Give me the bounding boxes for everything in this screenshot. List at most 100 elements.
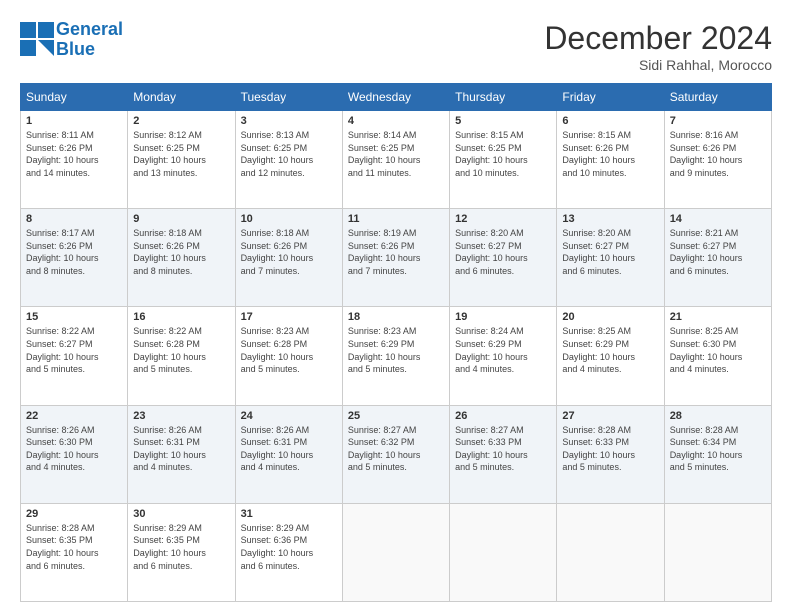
day-number: 17: [241, 311, 337, 323]
day-detail: Sunrise: 8:22 AMSunset: 6:27 PMDaylight:…: [26, 325, 122, 375]
day-detail: Sunrise: 8:29 AMSunset: 6:35 PMDaylight:…: [133, 522, 229, 572]
day-detail: Sunrise: 8:24 AMSunset: 6:29 PMDaylight:…: [455, 325, 551, 375]
day-number: 11: [348, 213, 444, 225]
day-detail: Sunrise: 8:27 AMSunset: 6:32 PMDaylight:…: [348, 424, 444, 474]
calendar-week-1: 1 Sunrise: 8:11 AMSunset: 6:26 PMDaylight…: [21, 111, 772, 209]
table-row: [664, 503, 771, 601]
day-number: 27: [562, 410, 658, 422]
day-number: 9: [133, 213, 229, 225]
day-detail: Sunrise: 8:13 AMSunset: 6:25 PMDaylight:…: [241, 129, 337, 179]
table-row: 10 Sunrise: 8:18 AMSunset: 6:26 PMDayligh…: [235, 209, 342, 307]
day-number: 2: [133, 115, 229, 127]
table-row: 4 Sunrise: 8:14 AMSunset: 6:25 PMDaylight…: [342, 111, 449, 209]
table-row: 27 Sunrise: 8:28 AMSunset: 6:33 PMDayligh…: [557, 405, 664, 503]
location: Sidi Rahhal, Morocco: [544, 57, 772, 73]
table-row: 1 Sunrise: 8:11 AMSunset: 6:26 PMDaylight…: [21, 111, 128, 209]
table-row: 20 Sunrise: 8:25 AMSunset: 6:29 PMDayligh…: [557, 307, 664, 405]
calendar-week-5: 29 Sunrise: 8:28 AMSunset: 6:35 PMDayligh…: [21, 503, 772, 601]
day-number: 7: [670, 115, 766, 127]
day-number: 24: [241, 410, 337, 422]
col-sunday: Sunday: [21, 84, 128, 111]
calendar-header-row: Sunday Monday Tuesday Wednesday Thursday…: [21, 84, 772, 111]
table-row: 16 Sunrise: 8:22 AMSunset: 6:28 PMDayligh…: [128, 307, 235, 405]
table-row: 2 Sunrise: 8:12 AMSunset: 6:25 PMDaylight…: [128, 111, 235, 209]
table-row: 11 Sunrise: 8:19 AMSunset: 6:26 PMDayligh…: [342, 209, 449, 307]
day-number: 22: [26, 410, 122, 422]
table-row: 22 Sunrise: 8:26 AMSunset: 6:30 PMDayligh…: [21, 405, 128, 503]
table-row: 8 Sunrise: 8:17 AMSunset: 6:26 PMDaylight…: [21, 209, 128, 307]
day-detail: Sunrise: 8:11 AMSunset: 6:26 PMDaylight:…: [26, 129, 122, 179]
logo: General Blue: [20, 20, 123, 60]
day-number: 28: [670, 410, 766, 422]
logo-icon: [20, 22, 56, 58]
calendar-week-4: 22 Sunrise: 8:26 AMSunset: 6:30 PMDayligh…: [21, 405, 772, 503]
day-detail: Sunrise: 8:15 AMSunset: 6:26 PMDaylight:…: [562, 129, 658, 179]
day-number: 21: [670, 311, 766, 323]
day-number: 5: [455, 115, 551, 127]
table-row: 15 Sunrise: 8:22 AMSunset: 6:27 PMDayligh…: [21, 307, 128, 405]
day-detail: Sunrise: 8:22 AMSunset: 6:28 PMDaylight:…: [133, 325, 229, 375]
table-row: [342, 503, 449, 601]
day-number: 8: [26, 213, 122, 225]
day-detail: Sunrise: 8:18 AMSunset: 6:26 PMDaylight:…: [241, 227, 337, 277]
day-detail: Sunrise: 8:28 AMSunset: 6:35 PMDaylight:…: [26, 522, 122, 572]
table-row: 26 Sunrise: 8:27 AMSunset: 6:33 PMDayligh…: [450, 405, 557, 503]
table-row: 3Sunrise: 8:13 AMSunset: 6:25 PMDaylight…: [235, 111, 342, 209]
day-number: 4: [348, 115, 444, 127]
table-row: 25 Sunrise: 8:27 AMSunset: 6:32 PMDayligh…: [342, 405, 449, 503]
logo-general: General: [56, 19, 123, 39]
day-number: 13: [562, 213, 658, 225]
day-detail: Sunrise: 8:20 AMSunset: 6:27 PMDaylight:…: [455, 227, 551, 277]
day-detail: Sunrise: 8:28 AMSunset: 6:34 PMDaylight:…: [670, 424, 766, 474]
month-title: December 2024: [544, 20, 772, 57]
table-row: 18Sunrise: 8:23 AMSunset: 6:29 PMDayligh…: [342, 307, 449, 405]
day-detail: Sunrise: 8:14 AMSunset: 6:25 PMDaylight:…: [348, 129, 444, 179]
day-detail: Sunrise: 8:23 AMSunset: 6:28 PMDaylight:…: [241, 325, 337, 375]
day-detail: Sunrise: 8:27 AMSunset: 6:33 PMDaylight:…: [455, 424, 551, 474]
col-saturday: Saturday: [664, 84, 771, 111]
table-row: 6Sunrise: 8:15 AMSunset: 6:26 PMDaylight…: [557, 111, 664, 209]
day-detail: Sunrise: 8:29 AMSunset: 6:36 PMDaylight:…: [241, 522, 337, 572]
calendar-table: Sunday Monday Tuesday Wednesday Thursday…: [20, 83, 772, 602]
calendar-week-2: 8 Sunrise: 8:17 AMSunset: 6:26 PMDaylight…: [21, 209, 772, 307]
day-number: 25: [348, 410, 444, 422]
logo-blue: Blue: [56, 39, 95, 59]
day-detail: Sunrise: 8:28 AMSunset: 6:33 PMDaylight:…: [562, 424, 658, 474]
table-row: 5Sunrise: 8:15 AMSunset: 6:25 PMDaylight…: [450, 111, 557, 209]
day-detail: Sunrise: 8:26 AMSunset: 6:31 PMDaylight:…: [241, 424, 337, 474]
day-detail: Sunrise: 8:19 AMSunset: 6:26 PMDaylight:…: [348, 227, 444, 277]
table-row: 17 Sunrise: 8:23 AMSunset: 6:28 PMDayligh…: [235, 307, 342, 405]
day-number: 26: [455, 410, 551, 422]
day-number: 1: [26, 115, 122, 127]
day-number: 20: [562, 311, 658, 323]
day-number: 16: [133, 311, 229, 323]
day-detail: Sunrise: 8:16 AMSunset: 6:26 PMDaylight:…: [670, 129, 766, 179]
title-area: December 2024 Sidi Rahhal, Morocco: [544, 20, 772, 73]
calendar-page: General Blue December 2024 Sidi Rahhal, …: [0, 0, 792, 612]
day-detail: Sunrise: 8:25 AMSunset: 6:29 PMDaylight:…: [562, 325, 658, 375]
day-number: 10: [241, 213, 337, 225]
day-detail: Sunrise: 8:26 AMSunset: 6:30 PMDaylight:…: [26, 424, 122, 474]
table-row: [557, 503, 664, 601]
day-detail: Sunrise: 8:12 AMSunset: 6:25 PMDaylight:…: [133, 129, 229, 179]
day-detail: Sunrise: 8:17 AMSunset: 6:26 PMDaylight:…: [26, 227, 122, 277]
day-detail: Sunrise: 8:18 AMSunset: 6:26 PMDaylight:…: [133, 227, 229, 277]
table-row: 23Sunrise: 8:26 AMSunset: 6:31 PMDayligh…: [128, 405, 235, 503]
table-row: 9 Sunrise: 8:18 AMSunset: 6:26 PMDaylight…: [128, 209, 235, 307]
day-detail: Sunrise: 8:21 AMSunset: 6:27 PMDaylight:…: [670, 227, 766, 277]
day-number: 31: [241, 508, 337, 520]
col-thursday: Thursday: [450, 84, 557, 111]
calendar-week-3: 15 Sunrise: 8:22 AMSunset: 6:27 PMDayligh…: [21, 307, 772, 405]
table-row: 19Sunrise: 8:24 AMSunset: 6:29 PMDayligh…: [450, 307, 557, 405]
table-row: 7 Sunrise: 8:16 AMSunset: 6:26 PMDaylight…: [664, 111, 771, 209]
col-monday: Monday: [128, 84, 235, 111]
day-number: 30: [133, 508, 229, 520]
table-row: 24 Sunrise: 8:26 AMSunset: 6:31 PMDayligh…: [235, 405, 342, 503]
table-row: 30 Sunrise: 8:29 AMSunset: 6:35 PMDayligh…: [128, 503, 235, 601]
header: General Blue December 2024 Sidi Rahhal, …: [20, 20, 772, 73]
day-detail: Sunrise: 8:25 AMSunset: 6:30 PMDaylight:…: [670, 325, 766, 375]
day-detail: Sunrise: 8:20 AMSunset: 6:27 PMDaylight:…: [562, 227, 658, 277]
day-number: 29: [26, 508, 122, 520]
day-number: 18: [348, 311, 444, 323]
day-number: 15: [26, 311, 122, 323]
